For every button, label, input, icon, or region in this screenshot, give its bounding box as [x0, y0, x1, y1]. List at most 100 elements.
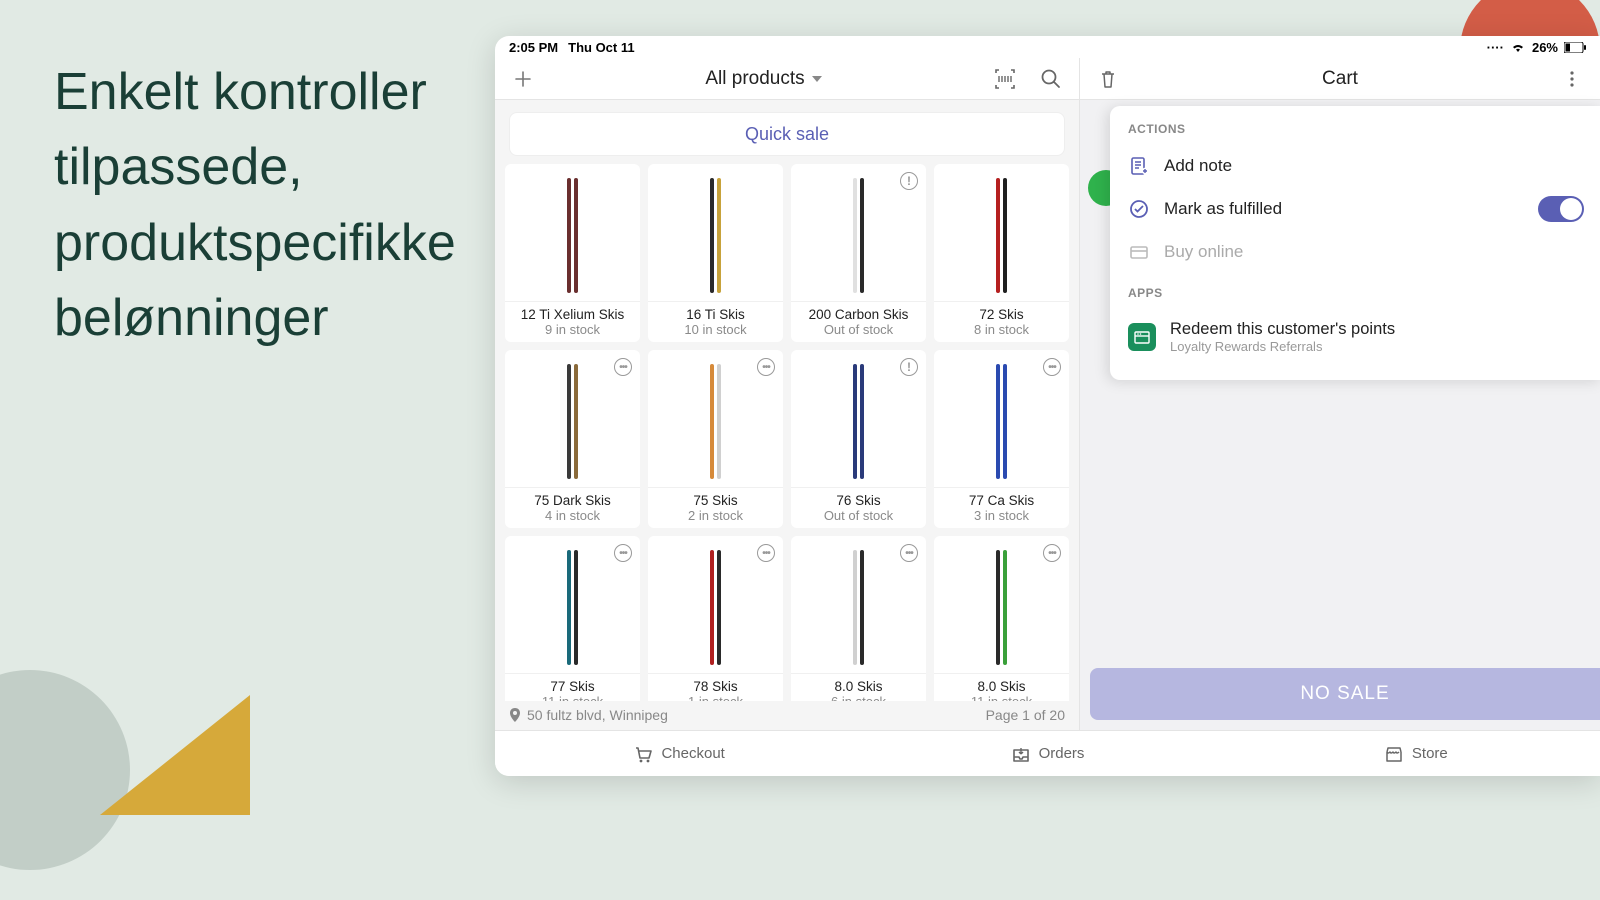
product-card[interactable]: ••• 77 Skis11 in stock	[505, 536, 640, 701]
product-card[interactable]: 72 Skis8 in stock	[934, 164, 1069, 342]
apps-section-label: APPS	[1110, 272, 1600, 310]
barcode-scan-button[interactable]	[991, 65, 1019, 93]
battery-icon	[1564, 42, 1586, 53]
product-grid: 12 Ti Xelium Skis9 in stock16 Ti Skis10 …	[495, 164, 1079, 701]
product-name: 12 Ti Xelium Skis	[507, 307, 638, 322]
pagination-text: Page 1 of 20	[986, 707, 1065, 723]
variants-more-icon: •••	[1043, 358, 1061, 376]
add-button[interactable]	[509, 65, 537, 93]
product-stock: 9 in stock	[507, 322, 638, 337]
redeem-title: Redeem this customer's points	[1170, 320, 1395, 339]
product-stock: 1 in stock	[650, 694, 781, 701]
products-title: All products	[705, 68, 804, 90]
status-time: 2:05 PM	[509, 40, 558, 55]
product-card[interactable]: ••• 75 Skis2 in stock	[648, 350, 783, 528]
products-column: Quick sale 12 Ti Xelium Skis9 in stock16…	[495, 100, 1080, 730]
buy-online-label: Buy online	[1164, 242, 1243, 262]
actions-section-label: ACTIONS	[1110, 118, 1600, 146]
product-card[interactable]: !200 Carbon SkisOut of stock	[791, 164, 926, 342]
buy-online-action: Buy online	[1110, 232, 1600, 272]
product-name: 77 Ca Skis	[936, 493, 1067, 508]
loyalty-app-icon	[1128, 323, 1156, 351]
credit-card-icon	[1128, 242, 1150, 262]
cart-actions-panel: ACTIONS Add note Mark as fulfilled	[1110, 106, 1600, 380]
tablet-frame: 2:05 PM Thu Oct 11 ···· 26% All products	[495, 36, 1600, 776]
check-circle-icon	[1128, 199, 1150, 219]
cart-more-button[interactable]	[1558, 65, 1586, 93]
marketing-headline: Enkelt kontroller tilpassede, produktspe…	[54, 55, 474, 357]
location-pin-icon	[509, 708, 521, 722]
stock-alert-icon: !	[900, 358, 918, 376]
status-date: Thu Oct 11	[568, 40, 634, 55]
product-stock: 11 in stock	[936, 694, 1067, 701]
tab-orders[interactable]: Orders	[863, 731, 1231, 776]
cart-icon	[633, 744, 653, 764]
inbox-icon	[1011, 744, 1031, 764]
product-name: 72 Skis	[936, 307, 1067, 322]
search-button[interactable]	[1037, 65, 1065, 93]
no-sale-button[interactable]: NO SALE	[1090, 668, 1600, 720]
product-image	[505, 164, 640, 301]
product-card[interactable]: ! 76 SkisOut of stock	[791, 350, 926, 528]
product-stock: 11 in stock	[507, 694, 638, 701]
cart-title: Cart	[1322, 68, 1358, 90]
tab-checkout-label: Checkout	[661, 745, 724, 762]
product-stock: Out of stock	[793, 322, 924, 337]
product-card[interactable]: •••8.0 Skis6 in stock	[791, 536, 926, 701]
quick-sale-button[interactable]: Quick sale	[509, 112, 1065, 156]
location-text: 50 fultz blvd, Winnipeg	[527, 707, 668, 723]
tab-orders-label: Orders	[1039, 745, 1085, 762]
variants-more-icon: •••	[1043, 544, 1061, 562]
product-stock: 10 in stock	[650, 322, 781, 337]
cellular-dots-icon: ····	[1487, 40, 1504, 55]
mark-fulfilled-label: Mark as fulfilled	[1164, 199, 1282, 219]
product-card[interactable]: •••78 Skis1 in stock	[648, 536, 783, 701]
product-card[interactable]: ••• 8.0 Skis11 in stock	[934, 536, 1069, 701]
product-name: 8.0 Skis	[793, 679, 924, 694]
mark-fulfilled-action[interactable]: Mark as fulfilled	[1110, 186, 1600, 232]
product-card[interactable]: ••• 75 Dark Skis4 in stock	[505, 350, 640, 528]
product-name: 8.0 Skis	[936, 679, 1067, 694]
bottom-tabs: Checkout Orders Store	[495, 730, 1600, 776]
tab-store-label: Store	[1412, 745, 1448, 762]
chevron-down-icon	[811, 74, 823, 84]
tab-checkout[interactable]: Checkout	[495, 731, 863, 776]
variants-more-icon: •••	[614, 358, 632, 376]
product-stock: 6 in stock	[793, 694, 924, 701]
product-image	[648, 164, 783, 301]
redeem-subtitle: Loyalty Rewards Referrals	[1170, 339, 1395, 354]
product-card[interactable]: ••• 77 Ca Skis3 in stock	[934, 350, 1069, 528]
product-name: 78 Skis	[650, 679, 781, 694]
product-stock: 4 in stock	[507, 508, 638, 523]
product-name: 77 Skis	[507, 679, 638, 694]
product-name: 16 Ti Skis	[650, 307, 781, 322]
cart-column: ACTIONS Add note Mark as fulfilled	[1080, 100, 1600, 730]
product-stock: 2 in stock	[650, 508, 781, 523]
add-note-label: Add note	[1164, 156, 1232, 176]
fulfilled-toggle[interactable]	[1538, 196, 1584, 222]
status-bar: 2:05 PM Thu Oct 11 ···· 26%	[495, 36, 1600, 58]
product-stock: 3 in stock	[936, 508, 1067, 523]
product-name: 75 Skis	[650, 493, 781, 508]
redeem-points-app[interactable]: Redeem this customer's points Loyalty Re…	[1110, 310, 1600, 364]
variants-more-icon: •••	[614, 544, 632, 562]
top-bars: All products Cart	[495, 58, 1600, 100]
tab-store[interactable]: Store	[1232, 731, 1600, 776]
decorative-triangle	[100, 695, 250, 815]
product-stock: Out of stock	[793, 508, 924, 523]
product-card[interactable]: 16 Ti Skis10 in stock	[648, 164, 783, 342]
product-name: 75 Dark Skis	[507, 493, 638, 508]
product-card[interactable]: 12 Ti Xelium Skis9 in stock	[505, 164, 640, 342]
note-add-icon	[1128, 156, 1150, 176]
stock-alert-icon: !	[900, 172, 918, 190]
wifi-icon	[1510, 41, 1526, 53]
store-icon	[1384, 744, 1404, 764]
product-stock: 8 in stock	[936, 322, 1067, 337]
products-dropdown[interactable]: All products	[705, 68, 822, 90]
add-note-action[interactable]: Add note	[1110, 146, 1600, 186]
product-name: 76 Skis	[793, 493, 924, 508]
status-battery: 26%	[1532, 40, 1558, 55]
delete-cart-button[interactable]	[1094, 65, 1122, 93]
product-image	[934, 164, 1069, 301]
variants-more-icon: •••	[757, 358, 775, 376]
